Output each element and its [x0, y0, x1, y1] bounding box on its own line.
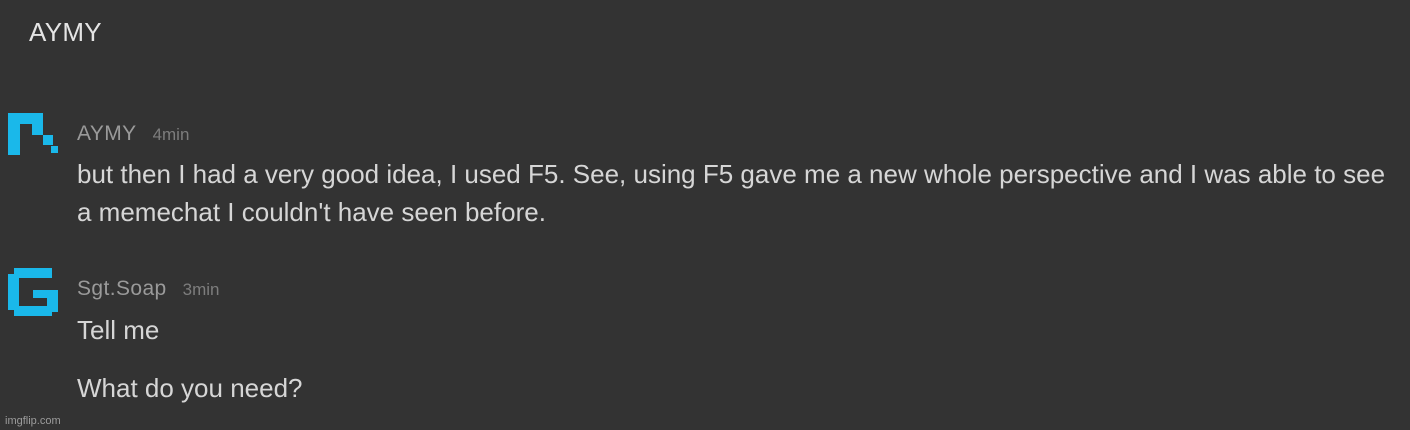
channel-title: AYMY	[29, 17, 102, 47]
message-author[interactable]: Sgt.Soap	[77, 277, 167, 300]
message-text: Tell me	[77, 315, 160, 345]
message-timestamp: 3min	[182, 280, 220, 299]
watermark: imgflip.com	[5, 415, 61, 427]
message-text: but then I had a very good idea, I used …	[77, 159, 1386, 227]
message-timestamp: 4min	[152, 125, 190, 144]
message-text: What do you need?	[77, 373, 303, 403]
pixel-pickaxe-icon[interactable]	[8, 113, 58, 161]
pixel-g-icon[interactable]	[8, 268, 58, 316]
message-author[interactable]: AYMY	[77, 122, 137, 145]
